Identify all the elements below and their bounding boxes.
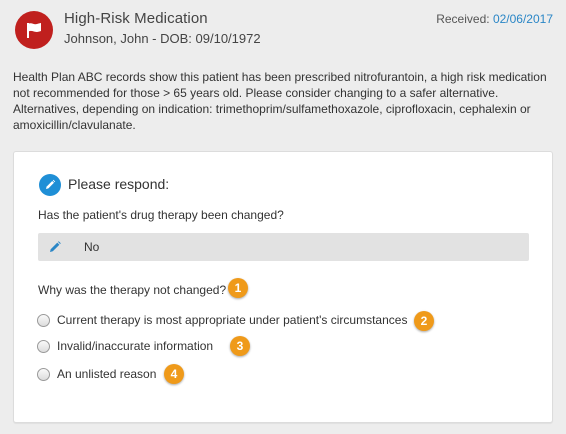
patient-info: Johnson, John - DOB: 09/10/1972: [64, 31, 261, 46]
callout-marker-2: 2: [414, 311, 434, 331]
option-label[interactable]: Current therapy is most appropriate unde…: [57, 313, 407, 327]
radio-button[interactable]: [37, 367, 50, 381]
question-why-not-changed: Why was the therapy not changed?: [38, 283, 227, 297]
question-therapy-changed: Has the patient's drug therapy been chan…: [38, 208, 284, 222]
callout-marker-3: 3: [230, 336, 250, 356]
received-date[interactable]: 02/06/2017: [493, 12, 553, 26]
flag-icon: [15, 11, 53, 49]
received-label: Received:: [436, 12, 490, 26]
radio-button[interactable]: [37, 313, 50, 327]
option-label[interactable]: An unlisted reason: [57, 367, 156, 381]
radio-button[interactable]: [37, 339, 50, 353]
answer-therapy-changed[interactable]: No: [38, 233, 529, 261]
alert-title: High-Risk Medication: [64, 10, 208, 27]
callout-marker-1: 1: [228, 278, 248, 298]
alert-message: Health Plan ABC records show this patien…: [13, 70, 547, 132]
alert-page: High-Risk Medication Johnson, John - DOB…: [0, 0, 566, 434]
received-info: Received: 02/06/2017: [436, 12, 553, 26]
option-unlisted-reason[interactable]: An unlisted reason: [37, 367, 156, 381]
response-card: Please respond: Has the patient's drug t…: [13, 151, 553, 423]
pencil-icon: [39, 174, 61, 196]
answer-value: No: [84, 240, 100, 254]
callout-marker-4: 4: [164, 364, 184, 384]
edit-pencil-icon[interactable]: [48, 240, 62, 259]
option-label[interactable]: Invalid/inaccurate information: [57, 339, 213, 353]
option-most-appropriate[interactable]: Current therapy is most appropriate unde…: [37, 313, 407, 327]
option-invalid-information[interactable]: Invalid/inaccurate information: [37, 339, 213, 353]
respond-heading: Please respond:: [68, 176, 170, 192]
